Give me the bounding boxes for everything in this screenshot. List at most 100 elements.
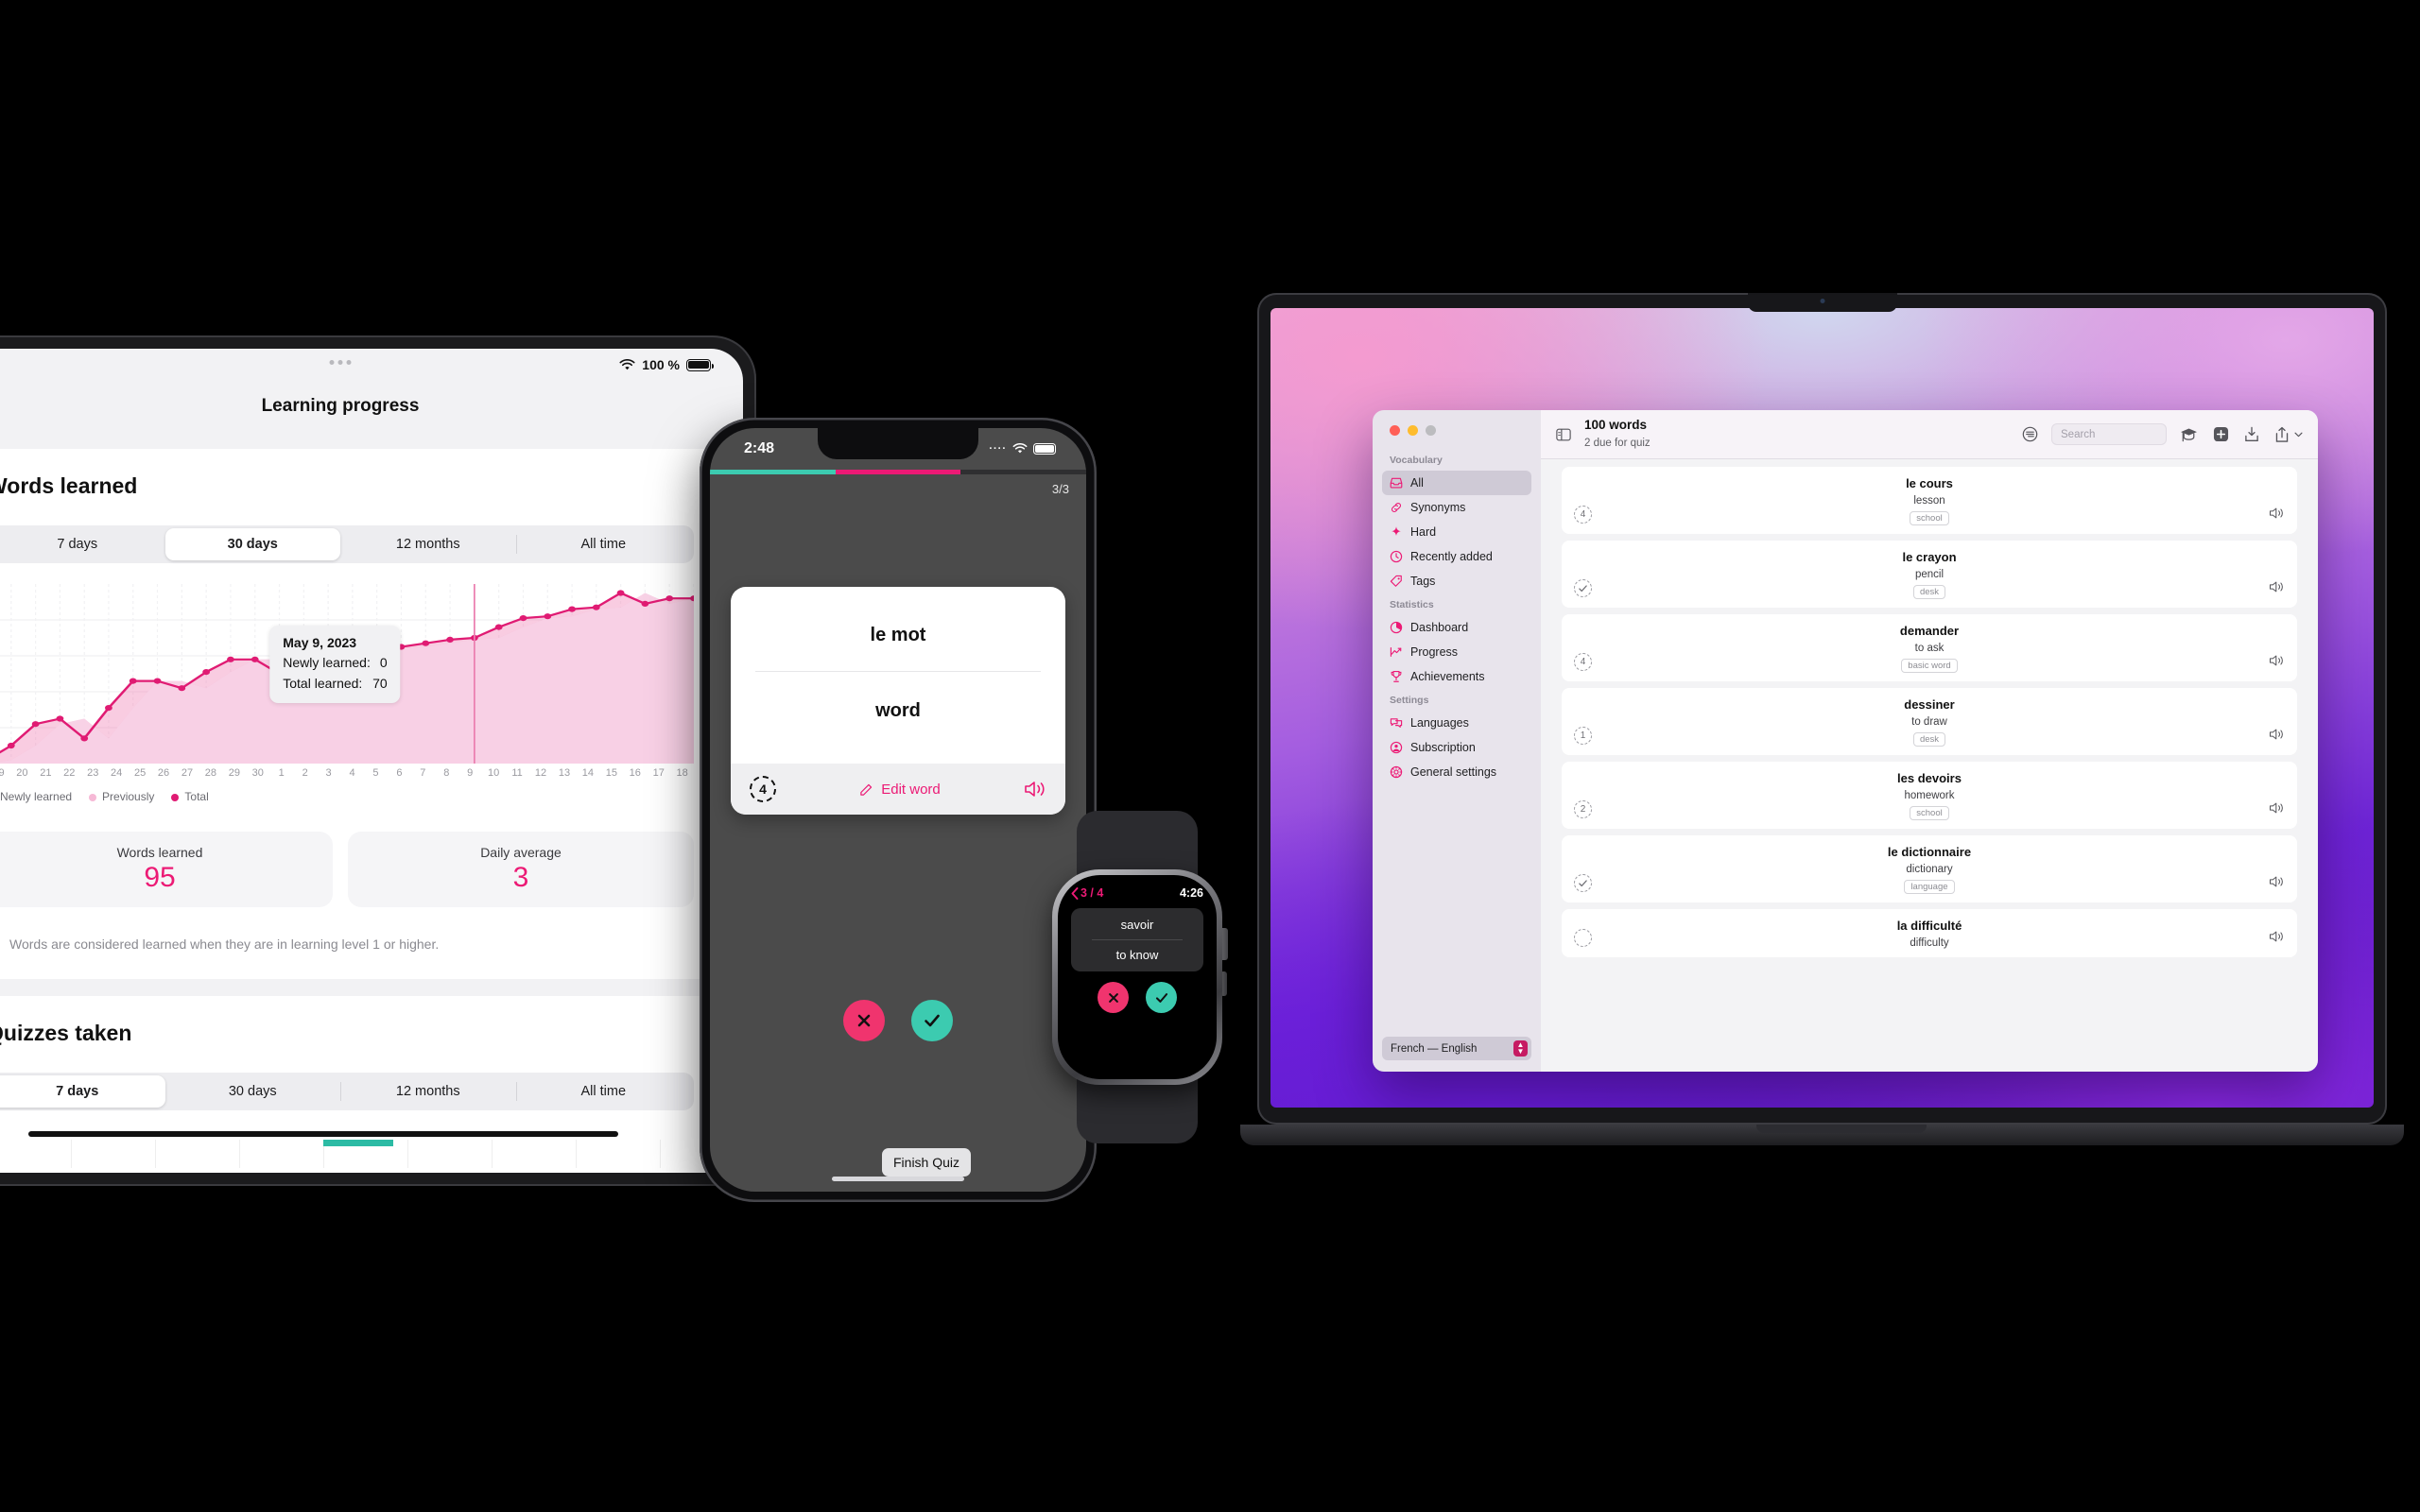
word-term: le crayon <box>1902 550 1957 564</box>
watch-answer-correct-button[interactable] <box>1146 982 1177 1013</box>
minimize-button[interactable] <box>1408 425 1418 436</box>
sidebar-item-label: Synonyms <box>1410 501 1466 514</box>
edit-icon <box>860 783 873 796</box>
table-row[interactable]: les devoirs homework school 2 <box>1562 762 2297 829</box>
sidebar-item-dashboard[interactable]: Dashboard <box>1382 615 1531 640</box>
range-tab-30-days[interactable]: 30 days <box>164 528 340 560</box>
edit-word-button[interactable]: Edit word <box>859 782 941 798</box>
progress-segment-current <box>835 470 961 474</box>
sidebar-item-recently-added[interactable]: Recently added <box>1382 544 1531 569</box>
quiz-range-tab-30-days[interactable]: 30 days <box>165 1075 341 1108</box>
sidebar-item-all[interactable]: All <box>1382 471 1531 495</box>
legend-total: Total <box>171 790 209 803</box>
pie-chart-icon <box>1390 621 1403 634</box>
chevron-down-icon[interactable] <box>2294 432 2303 438</box>
x-tick-label: 12 <box>534 767 547 779</box>
quiz-range-tab-all-time[interactable]: All time <box>515 1075 692 1108</box>
check-icon <box>1155 992 1167 1003</box>
answer-correct-button[interactable] <box>911 1000 953 1041</box>
sidebar-item-progress[interactable]: Progress <box>1382 640 1531 664</box>
sidebar-item-subscription[interactable]: Subscription <box>1382 735 1531 760</box>
chart-x-axis: 1920212223242526272829301234567891011121… <box>0 767 694 779</box>
sidebar-item-general-settings[interactable]: General settings <box>1382 760 1531 784</box>
table-row[interactable]: le crayon pencil desk <box>1562 541 2297 608</box>
speaker-icon[interactable] <box>2269 801 2285 819</box>
close-button[interactable] <box>1390 425 1400 436</box>
word-list[interactable]: le cours lesson school 4 le crayon pencil desk… <box>1541 459 2318 1072</box>
table-row[interactable]: la difficulté difficulty <box>1562 909 2297 957</box>
learning-level-badge <box>1574 929 1592 947</box>
sidebar-item-synonyms[interactable]: Synonyms <box>1382 495 1531 520</box>
share-icon[interactable] <box>2274 426 2290 443</box>
word-tag[interactable]: desk <box>1912 585 1946 599</box>
sidebar-item-achievements[interactable]: Achievements <box>1382 664 1531 689</box>
inbox-icon <box>1390 476 1403 490</box>
maximize-button[interactable] <box>1426 425 1436 436</box>
x-tick-label: 15 <box>605 767 617 779</box>
word-tag[interactable]: basic word <box>1901 659 1958 673</box>
x-tick-label: 28 <box>204 767 217 779</box>
quizzes-range-tabs[interactable]: 7 days 30 days 12 months All time <box>0 1073 694 1110</box>
words-range-tabs[interactable]: 7 days 30 days 12 months All time <box>0 525 694 563</box>
table-row[interactable]: demander to ask basic word 4 <box>1562 614 2297 681</box>
tooltip-total-label: Total learned: <box>283 675 363 691</box>
quizzes-heading: Quizzes taken <box>0 1021 132 1045</box>
stat-label: Words learned <box>116 845 203 860</box>
search-input[interactable]: Search <box>2051 423 2167 445</box>
filter-icon[interactable] <box>2022 426 2038 442</box>
finish-quiz-button[interactable]: Finish Quiz <box>882 1148 972 1177</box>
iphone-device: 2:48 ···· 3/3 le mot word 4 Edit word Fi… <box>700 418 1097 1202</box>
range-tab-7-days[interactable]: 7 days <box>0 528 165 560</box>
range-tab-all-time[interactable]: All time <box>515 528 692 560</box>
word-tag[interactable]: school <box>1910 806 1949 820</box>
word-translation: homework <box>1904 790 1955 801</box>
sidebar-item-tags[interactable]: Tags <box>1382 569 1531 593</box>
answer-incorrect-button[interactable] <box>843 1000 885 1041</box>
iphone-status-bar: 2:48 ···· <box>710 428 1086 470</box>
wifi-icon <box>619 358 635 369</box>
watch-flashcard[interactable]: savoir to know <box>1071 908 1203 971</box>
speaker-icon[interactable] <box>2269 875 2285 893</box>
word-tag[interactable]: school <box>1910 511 1949 525</box>
speaker-icon[interactable] <box>2269 930 2285 948</box>
words-learned-chart: May 9, 2023 Newly learned: 0 Total learn… <box>0 584 694 764</box>
speaker-icon[interactable] <box>2269 728 2285 746</box>
sidebar-toggle-icon[interactable] <box>1556 428 1571 441</box>
learning-level-badge: 4 <box>1574 506 1592 524</box>
ipad-status-bar: 100 % <box>0 349 743 381</box>
quiz-range-tab-7-days[interactable]: 7 days <box>0 1075 165 1108</box>
add-word-icon[interactable] <box>2213 426 2229 442</box>
flashcard[interactable]: le mot word 4 Edit word <box>731 587 1065 815</box>
sidebar-item-label: Hard <box>1410 525 1437 539</box>
table-row[interactable]: le cours lesson school 4 <box>1562 467 2297 534</box>
speaker-icon[interactable] <box>1024 780 1046 799</box>
macbook-lid: Vocabulary All Synonyms Hard Recently added T… <box>1257 293 2387 1125</box>
word-tag[interactable]: language <box>1904 880 1955 894</box>
range-tab-12-months[interactable]: 12 months <box>340 528 516 560</box>
speaker-icon[interactable] <box>2269 507 2285 524</box>
word-term: la difficulté <box>1896 919 1962 933</box>
x-tick-label: 11 <box>511 767 523 779</box>
table-row[interactable]: dessiner to draw desk 1 <box>1562 688 2297 755</box>
language-pair-selector[interactable]: French — English ▲ ▼ <box>1382 1037 1531 1060</box>
sidebar-item-hard[interactable]: Hard <box>1382 520 1531 544</box>
import-icon[interactable] <box>2244 426 2259 443</box>
ipad-page-title: Learning progress <box>261 396 420 416</box>
x-tick-label: 22 <box>63 767 76 779</box>
sidebar-item-languages[interactable]: Languages <box>1382 711 1531 735</box>
x-tick-label: 5 <box>372 767 379 779</box>
quiz-range-tab-12-months[interactable]: 12 months <box>340 1075 516 1108</box>
speaker-icon[interactable] <box>2269 654 2285 672</box>
sidebar-item-label: Dashboard <box>1410 621 1469 634</box>
watch-clock: 4:26 <box>1179 886 1203 900</box>
words-learned-card: Words learned 7 days 30 days 12 months A… <box>0 449 722 979</box>
watch-answer-incorrect-button[interactable] <box>1098 982 1129 1013</box>
watch-back-button[interactable]: 3 / 4 <box>1071 886 1103 900</box>
chart-legend: Newly learned Previously Total <box>0 790 694 803</box>
multitask-grabber-icon[interactable] <box>329 360 352 365</box>
table-row[interactable]: le dictionnaire dictionary language <box>1562 835 2297 902</box>
person-circle-icon <box>1390 741 1403 754</box>
graduation-cap-icon[interactable] <box>2180 427 2198 442</box>
speaker-icon[interactable] <box>2269 580 2285 598</box>
word-tag[interactable]: desk <box>1912 732 1946 747</box>
